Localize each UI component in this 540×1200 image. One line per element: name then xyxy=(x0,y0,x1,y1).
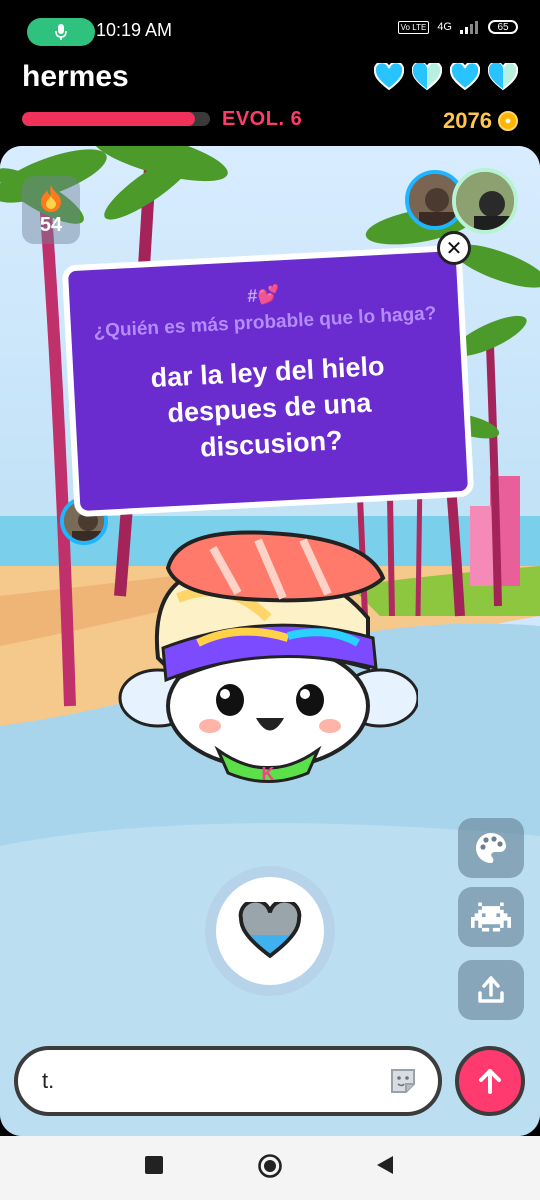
heart-icon xyxy=(374,63,404,91)
coin-count: 2076 xyxy=(443,108,492,133)
clock: 10:19 AM xyxy=(96,20,173,40)
games-button[interactable] xyxy=(458,887,524,947)
recents-square-icon[interactable] xyxy=(143,1154,165,1176)
home-circle-icon[interactable] xyxy=(257,1153,283,1179)
coin-icon: ● xyxy=(498,111,518,131)
username[interactable]: hermes xyxy=(22,60,129,94)
space-invader-icon xyxy=(471,902,511,932)
evolution-label: EVOL. 6 xyxy=(222,108,303,130)
close-card-button[interactable]: ✕ xyxy=(437,231,471,265)
close-icon: ✕ xyxy=(445,237,463,260)
sticker-icon[interactable] xyxy=(388,1066,418,1096)
share-button[interactable] xyxy=(458,960,524,1020)
status-bar: 10:19 AM Vo LTE 4G 65 xyxy=(0,0,540,60)
mic-icon xyxy=(55,24,67,40)
volte-badge: Vo LTE xyxy=(397,20,430,34)
feed-heart-button[interactable] xyxy=(205,866,335,996)
network-type: 4G xyxy=(437,21,452,33)
fire-icon xyxy=(41,184,61,212)
customize-button[interactable] xyxy=(458,818,524,878)
heart-meter-icon xyxy=(238,902,302,959)
send-button[interactable] xyxy=(455,1046,525,1116)
palette-icon xyxy=(476,833,506,863)
pet-character[interactable]: K xyxy=(118,528,418,790)
signal-icon xyxy=(460,21,478,34)
half-heart-icon xyxy=(412,63,442,91)
mic-indicator[interactable] xyxy=(27,18,95,46)
heart-icon xyxy=(450,63,480,91)
coin-balance[interactable]: 2076 ● xyxy=(443,108,518,134)
battery-icon: 65 xyxy=(488,20,518,34)
system-nav-bar xyxy=(0,1136,540,1200)
streak-count: 54 xyxy=(39,213,63,236)
message-bar xyxy=(14,1046,442,1116)
streak-counter[interactable]: 54 xyxy=(22,176,80,244)
player-avatar[interactable] xyxy=(452,168,518,234)
back-triangle-icon[interactable] xyxy=(374,1154,396,1176)
svg-text:K: K xyxy=(262,764,275,784)
evolution-progress-bar xyxy=(22,112,210,126)
share-icon xyxy=(478,976,504,1003)
half-heart-icon xyxy=(488,63,518,91)
lives-hearts xyxy=(374,63,518,91)
question-card[interactable]: #💕 ¿Quién es más probable que lo haga? d… xyxy=(61,244,475,518)
evolution-progress-fill xyxy=(22,112,195,126)
message-input[interactable] xyxy=(40,1060,364,1102)
question-text: dar la ley del hielo despues de una disc… xyxy=(149,350,386,463)
arrow-up-icon xyxy=(479,1069,501,1094)
question-card-wrapper: #💕 ¿Quién es más probable que lo haga? d… xyxy=(61,244,475,518)
